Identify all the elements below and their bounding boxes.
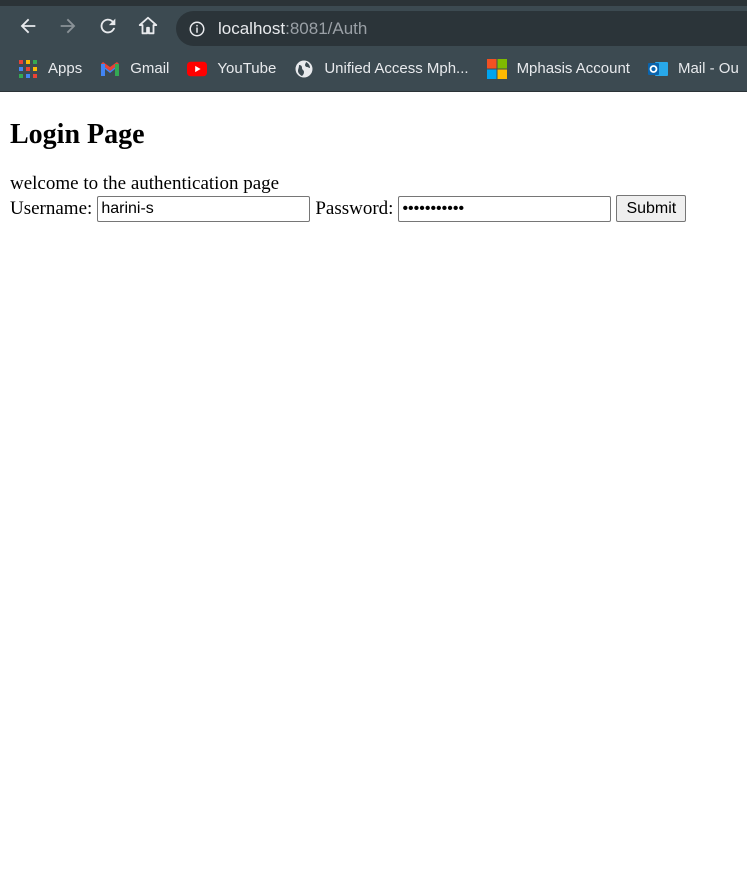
url-host: localhost bbox=[218, 18, 286, 38]
bookmark-mail-outlook[interactable]: Mail - Ou bbox=[647, 59, 739, 79]
youtube-icon bbox=[187, 59, 208, 79]
reload-button[interactable] bbox=[88, 6, 128, 46]
bookmarks-bar: Apps Gmail YouTube Unified Access Mph...… bbox=[0, 46, 747, 92]
arrow-right-icon bbox=[60, 18, 76, 34]
username-input[interactable] bbox=[97, 195, 311, 222]
password-input[interactable] bbox=[398, 195, 612, 222]
page-title: Login Page bbox=[10, 119, 145, 150]
bookmark-mphasis-account[interactable]: Mphasis Account bbox=[486, 58, 630, 79]
password-label: Password: bbox=[315, 197, 394, 219]
bookmark-apps[interactable]: Apps bbox=[18, 59, 82, 79]
microsoft-icon bbox=[486, 58, 507, 79]
page-content: Login Page welcome to the authentication… bbox=[0, 119, 747, 222]
reload-icon bbox=[100, 18, 116, 34]
outlook-icon bbox=[647, 59, 668, 79]
globe-icon bbox=[294, 59, 314, 79]
bookmark-label: Gmail bbox=[130, 60, 170, 77]
bookmark-label: Mail - Ou bbox=[677, 60, 739, 77]
bookmark-gmail[interactable]: Gmail bbox=[100, 59, 169, 79]
bookmark-unified-access[interactable]: Unified Access Mph... bbox=[294, 59, 469, 79]
info-icon[interactable] bbox=[188, 20, 206, 38]
arrow-left-icon bbox=[20, 18, 36, 34]
bookmark-label: Apps bbox=[48, 60, 83, 77]
bookmark-label: YouTube bbox=[217, 60, 277, 77]
home-icon bbox=[138, 16, 158, 35]
bookmark-label: Unified Access Mph... bbox=[324, 60, 469, 77]
url-path: :8081/Auth bbox=[285, 18, 368, 38]
back-button[interactable] bbox=[8, 6, 48, 46]
url-text: localhost:8081/Auth bbox=[218, 19, 367, 39]
address-bar[interactable]: localhost:8081/Auth bbox=[176, 11, 747, 46]
apps-grid-icon bbox=[18, 59, 38, 79]
login-form: Username: Password: Submit bbox=[10, 195, 737, 222]
bookmark-label: Mphasis Account bbox=[516, 60, 630, 77]
forward-button[interactable] bbox=[48, 6, 88, 46]
welcome-text: welcome to the authentication page bbox=[10, 173, 280, 194]
home-button[interactable] bbox=[128, 6, 168, 46]
gmail-icon bbox=[100, 59, 120, 79]
username-label: Username: bbox=[10, 197, 93, 219]
submit-button[interactable]: Submit bbox=[616, 195, 687, 222]
bookmark-youtube[interactable]: YouTube bbox=[187, 59, 276, 79]
browser-toolbar: localhost:8081/Auth bbox=[0, 6, 747, 46]
